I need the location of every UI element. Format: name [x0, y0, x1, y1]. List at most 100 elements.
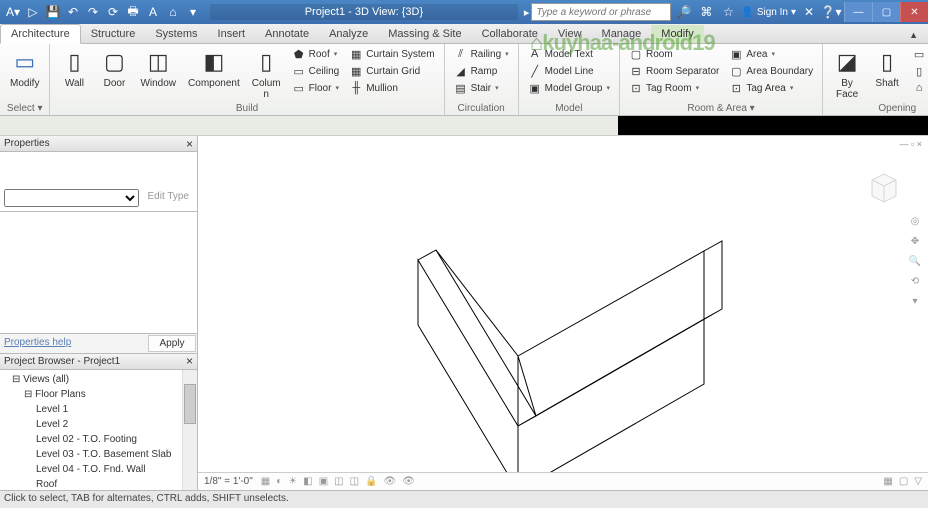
ceiling-button[interactable]: ▭Ceiling — [289, 63, 343, 79]
curtain-grid-button[interactable]: ▦Curtain Grid — [346, 63, 437, 79]
reveal-icon[interactable]: 👁 — [402, 476, 415, 487]
tab-structure[interactable]: Structure — [81, 25, 146, 43]
tree-floor-plans[interactable]: ⊟ Floor Plans — [4, 387, 193, 402]
tab-view[interactable]: View — [548, 25, 592, 43]
zoom-icon[interactable]: 🔍 — [908, 256, 922, 270]
properties-header[interactable]: Properties × — [0, 136, 197, 152]
detail-level-icon[interactable]: ▦ — [261, 476, 270, 487]
design-options-icon[interactable]: ▢ — [899, 476, 908, 487]
roof-button[interactable]: ⬟Roof▾ — [289, 46, 343, 62]
lock-icon[interactable]: 🔒 — [365, 476, 377, 487]
edit-type-button[interactable]: Edit Type — [143, 189, 193, 207]
close-button[interactable]: ✕ — [900, 2, 928, 22]
tree-item[interactable]: Level 04 - T.O. Fnd. Wall — [4, 462, 193, 477]
tree-item[interactable]: Roof — [4, 477, 193, 491]
crop-icon[interactable]: ◫ — [334, 476, 343, 487]
apply-button[interactable]: Apply — [148, 335, 196, 352]
app-menu-button[interactable]: A▾ — [4, 3, 22, 21]
browser-scrollbar[interactable] — [182, 370, 197, 491]
dormer-button[interactable]: ⌂Dormer — [909, 80, 928, 96]
tree-item[interactable]: Level 03 - T.O. Basement Slab — [4, 447, 193, 462]
tag-room-button[interactable]: ⊡Tag Room▾ — [626, 80, 722, 96]
tree-item[interactable]: Level 2 — [4, 417, 193, 432]
tree-item[interactable]: Level 1 — [4, 402, 193, 417]
room-button[interactable]: ▢Room — [626, 46, 722, 62]
binoculars-icon[interactable]: 🔎 — [675, 3, 693, 21]
temp-hide-icon[interactable]: 👁 — [384, 476, 397, 487]
help-search-input[interactable] — [531, 3, 671, 21]
tab-massing[interactable]: Massing & Site — [378, 25, 471, 43]
worksets-icon[interactable]: ▦ — [883, 476, 892, 487]
by-face-button[interactable]: ◪By Face — [829, 46, 865, 102]
modify-button[interactable]: ▭ Modify — [6, 46, 43, 91]
view-cube[interactable] — [864, 166, 904, 206]
tab-annotate[interactable]: Annotate — [255, 25, 319, 43]
model-line-button[interactable]: ╱Model Line — [525, 63, 613, 79]
tab-systems[interactable]: Systems — [145, 25, 207, 43]
window-button[interactable]: ◫Window — [136, 46, 180, 91]
wall-button[interactable]: ▯Wall — [56, 46, 92, 91]
properties-close-icon[interactable]: × — [186, 137, 193, 151]
component-button[interactable]: ◧Component — [184, 46, 244, 91]
undo-icon[interactable]: ↶ — [64, 3, 82, 21]
model-group-button[interactable]: ▣Model Group▾ — [525, 80, 613, 96]
home-icon[interactable]: ⌂ — [164, 3, 182, 21]
model-text-button[interactable]: AModel Text — [525, 46, 613, 62]
stair-button[interactable]: ▤Stair▾ — [451, 80, 512, 96]
help-icon[interactable]: ❔▾ — [822, 3, 840, 21]
open-icon[interactable]: ▷ — [24, 3, 42, 21]
opening-wall-button[interactable]: ▭Wall — [909, 46, 928, 62]
redo-icon[interactable]: ↷ — [84, 3, 102, 21]
sync-icon[interactable]: ⟳ — [104, 3, 122, 21]
tree-views[interactable]: ⊟ Views (all) — [4, 372, 193, 387]
vertical-button[interactable]: ▯Vertical — [909, 63, 928, 79]
tree-item[interactable]: Level 02 - T.O. Footing — [4, 432, 193, 447]
qat-more-icon[interactable]: ▾ — [184, 3, 202, 21]
print-icon[interactable]: 🖶 — [124, 3, 142, 21]
save-icon[interactable]: 💾 — [44, 3, 62, 21]
rendering-icon[interactable]: ▣ — [319, 476, 328, 487]
column-button[interactable]: ▯Colum n — [248, 46, 285, 102]
type-selector[interactable] — [4, 189, 139, 207]
area-boundary-button[interactable]: ▢Area Boundary — [726, 63, 816, 79]
star-icon[interactable]: ☆ — [719, 3, 737, 21]
scrollbar-thumb[interactable] — [184, 384, 196, 424]
visual-style-icon[interactable]: ◐ — [276, 476, 282, 487]
orbit-icon[interactable]: ⟲ — [908, 276, 922, 290]
mullion-button[interactable]: ╫Mullion — [346, 80, 437, 96]
crop-visible-icon[interactable]: ◫ — [350, 476, 359, 487]
tab-insert[interactable]: Insert — [208, 25, 256, 43]
tab-analyze[interactable]: Analyze — [319, 25, 378, 43]
tab-architecture[interactable]: Architecture — [0, 24, 81, 44]
ribbon-collapse-icon[interactable]: ▲ — [899, 27, 928, 43]
ramp-button[interactable]: ◢Ramp — [451, 63, 512, 79]
tag-area-button[interactable]: ⊡Tag Area▾ — [726, 80, 816, 96]
properties-help-link[interactable]: Properties help — [0, 334, 147, 353]
tab-collaborate[interactable]: Collaborate — [472, 25, 548, 43]
steering-wheel-icon[interactable]: ◎ — [908, 216, 922, 230]
maximize-button[interactable]: ▢ — [872, 2, 900, 22]
floor-button[interactable]: ▭Floor▾ — [289, 80, 343, 96]
exchange-icon[interactable]: ✕ — [800, 3, 818, 21]
minimize-button[interactable]: — — [844, 2, 872, 22]
browser-header[interactable]: Project Browser - Project1 × — [0, 354, 197, 370]
filter-icon[interactable]: ▽ — [914, 476, 922, 487]
shaft-button[interactable]: ▯Shaft — [869, 46, 905, 91]
railing-button[interactable]: ⫽Railing▾ — [451, 46, 512, 62]
key-icon[interactable]: ⌘ — [697, 3, 715, 21]
tab-modify[interactable]: Modify — [651, 25, 703, 43]
room-separator-button[interactable]: ⊟Room Separator — [626, 63, 722, 79]
tab-manage[interactable]: Manage — [592, 25, 652, 43]
pan-icon[interactable]: ✥ — [908, 236, 922, 250]
sun-path-icon[interactable]: ☀ — [288, 476, 297, 487]
measure-icon[interactable]: A — [144, 3, 162, 21]
door-button[interactable]: ▢Door — [96, 46, 132, 91]
nav-more-icon[interactable]: ▾ — [908, 296, 922, 310]
curtain-system-button[interactable]: ▦Curtain System — [346, 46, 437, 62]
browser-close-icon[interactable]: × — [186, 354, 193, 368]
scale-display[interactable]: 1/8" = 1'-0" — [204, 476, 253, 487]
shadows-icon[interactable]: ◧ — [303, 476, 312, 487]
sign-in-button[interactable]: 👤 Sign In ▾ — [741, 7, 796, 18]
viewport-3d[interactable]: — ▫ × ◎ ✥ 🔍 ⟲ — [198, 136, 928, 490]
area-button[interactable]: ▣Area▾ — [726, 46, 816, 62]
